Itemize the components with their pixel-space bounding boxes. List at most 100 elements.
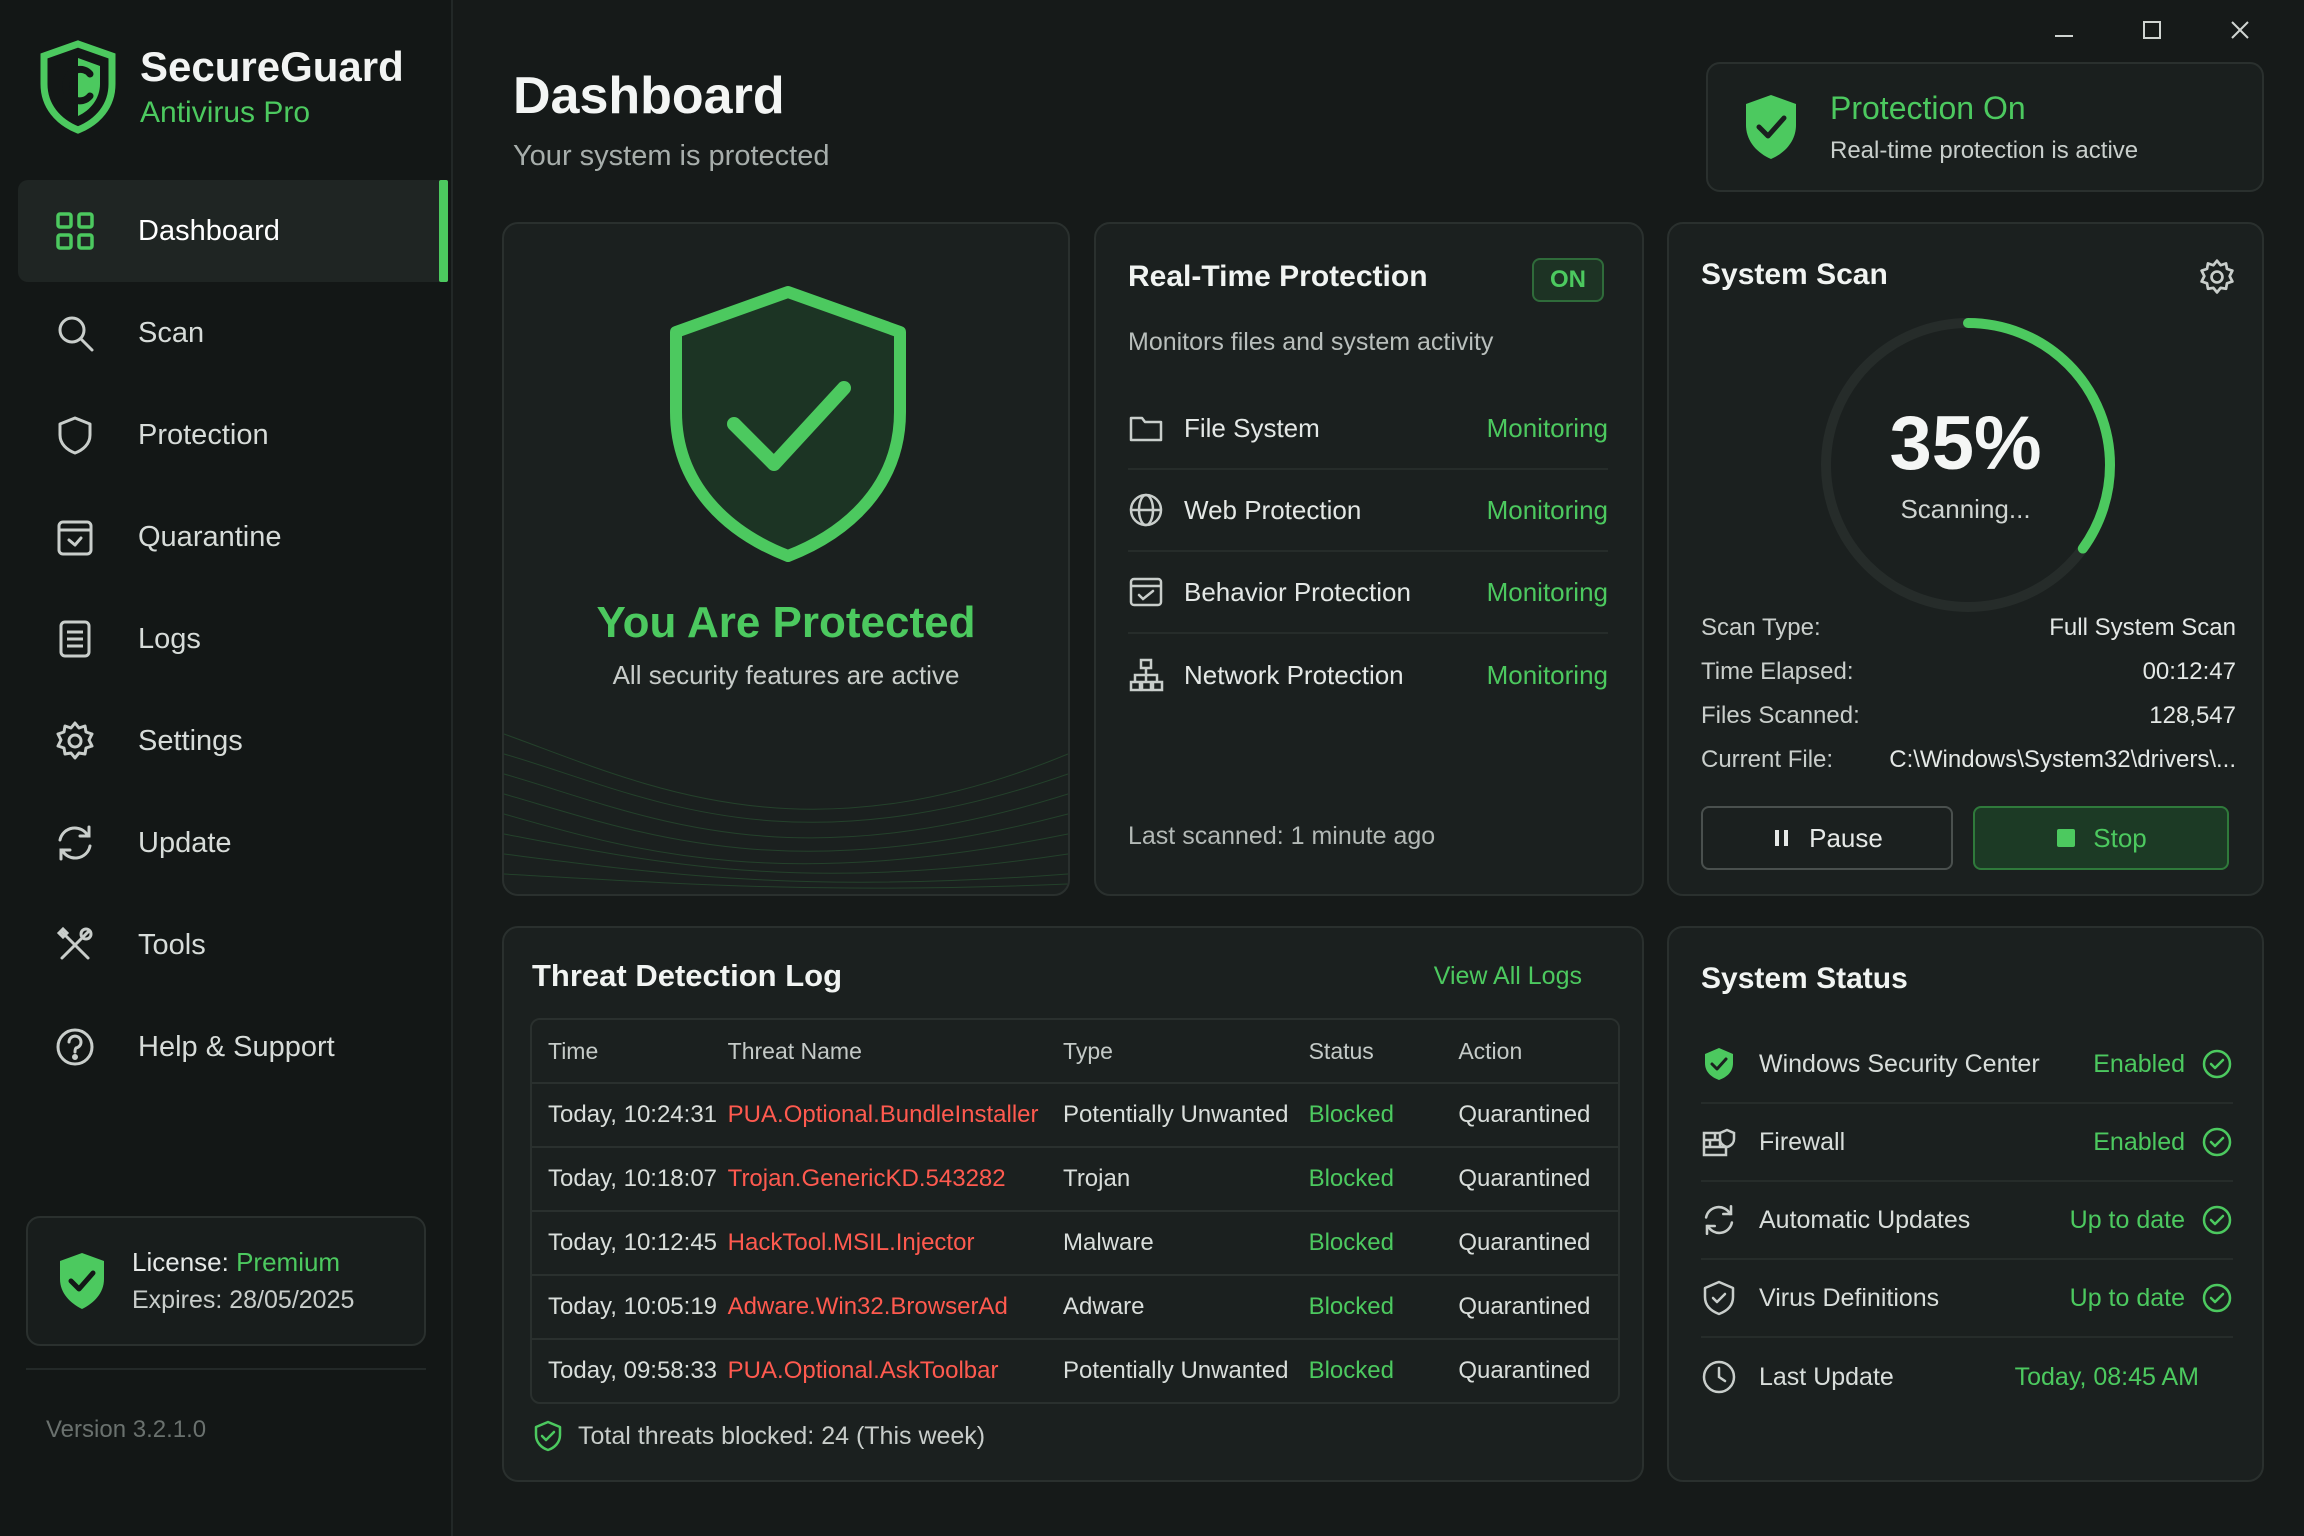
sidebar-item-quarantine[interactable]: Quarantine: [18, 486, 448, 588]
threat-type: Trojan: [1063, 1165, 1131, 1192]
sidebar-item-label: Help & Support: [138, 1030, 335, 1063]
large-shield-check-icon: [670, 286, 906, 562]
license-expires: Expires: 28/05/2025: [132, 1286, 355, 1314]
close-button[interactable]: [2196, 12, 2284, 48]
shield-check-outline-icon: [1703, 1280, 1735, 1316]
status-item-automatic-updates[interactable]: Automatic Updates Up to date: [1701, 1182, 2233, 1260]
table-row[interactable]: Today, 10:05:19 Adware.Win32.BrowserAd A…: [532, 1274, 1618, 1338]
realtime-item-behavior-protection[interactable]: Behavior Protection Monitoring: [1128, 552, 1608, 634]
sidebar-item-dashboard[interactable]: Dashboard: [18, 180, 448, 282]
status-item-firewall[interactable]: Firewall Enabled: [1701, 1104, 2233, 1182]
stop-button[interactable]: Stop: [1973, 806, 2229, 870]
sidebar-nav: Dashboard Scan Protection Quarantine Log…: [18, 180, 448, 1098]
check-circle-icon: [2202, 1049, 2232, 1079]
threat-status: Blocked: [1308, 1101, 1394, 1128]
pause-button[interactable]: Pause: [1701, 806, 1953, 870]
realtime-item-file-system[interactable]: File System Monitoring: [1128, 388, 1608, 470]
shield-icon: [58, 416, 92, 455]
threat-type: Potentially Unwanted: [1063, 1357, 1289, 1384]
check-circle-icon: [2202, 1127, 2232, 1157]
table-row[interactable]: Today, 09:58:33 PUA.Optional.AskToolbar …: [532, 1338, 1618, 1402]
license-panel: License: Premium Expires: 28/05/2025: [26, 1216, 426, 1346]
realtime-item-web-protection[interactable]: Web Protection Monitoring: [1128, 470, 1608, 552]
scan-detail-key: Current File:: [1701, 746, 1834, 773]
realtime-item-status: Monitoring: [1486, 412, 1608, 443]
threat-name: PUA.Optional.AskToolbar: [727, 1357, 999, 1384]
realtime-item-name: Network Protection: [1184, 659, 1404, 690]
status-item-last-update[interactable]: Last Update Today, 08:45 AM: [1701, 1338, 2233, 1416]
scan-detail-key: Files Scanned:: [1701, 702, 1860, 729]
check-circle-icon: [2202, 1205, 2232, 1235]
column-header[interactable]: Threat Name: [728, 1038, 1063, 1065]
minimize-button[interactable]: [2020, 12, 2108, 48]
status-item-name: Virus Definitions: [1759, 1283, 1940, 1312]
sidebar-item-protection[interactable]: Protection: [18, 384, 448, 486]
threat-type: Potentially Unwanted: [1063, 1101, 1289, 1128]
brand: SecureGuard Antivirus Pro: [38, 40, 404, 134]
column-header[interactable]: Type: [1063, 1038, 1309, 1065]
license-text: License: Premium: [132, 1247, 354, 1278]
system-status-list: Windows Security Center Enabled Firewall…: [1701, 1026, 2233, 1416]
sidebar: SecureGuard Antivirus Pro Dashboard Scan…: [0, 0, 453, 1536]
table-row[interactable]: Today, 10:18:07 Trojan.GenericKD.543282 …: [532, 1146, 1618, 1210]
shield-check-outline-icon: [534, 1420, 562, 1452]
table-row[interactable]: Today, 10:12:45 HackTool.MSIL.Injector M…: [532, 1210, 1618, 1274]
scan-detail-key: Scan Type:: [1701, 614, 1821, 641]
license-label: License:: [132, 1247, 229, 1277]
threat-time: Today, 10:12:45: [548, 1229, 718, 1256]
status-item-value: Today, 08:45 AM: [2014, 1362, 2199, 1391]
column-header[interactable]: Status: [1309, 1038, 1459, 1065]
close-icon: [2231, 21, 2249, 39]
sidebar-item-update[interactable]: Update: [18, 792, 448, 894]
threat-type: Adware: [1063, 1293, 1145, 1320]
realtime-protection-card: Real-Time Protection ON Monitors files a…: [1094, 222, 1644, 896]
stop-icon: [2057, 829, 2076, 847]
sidebar-item-label: Tools: [138, 928, 206, 961]
threat-name: HackTool.MSIL.Injector: [727, 1229, 975, 1256]
document-icon: [59, 620, 91, 658]
realtime-title: Real-Time Protection: [1128, 260, 1428, 293]
system-status-title: System Status: [1701, 962, 1908, 995]
sidebar-item-logs[interactable]: Logs: [18, 588, 448, 690]
protection-status-pill: Protection On Real-time protection is ac…: [1706, 62, 2264, 192]
sidebar-item-scan[interactable]: Scan: [18, 282, 448, 384]
realtime-on-badge[interactable]: ON: [1532, 258, 1604, 302]
column-header[interactable]: Action: [1458, 1038, 1618, 1065]
table-header: Time Threat Name Type Status Action: [532, 1020, 1618, 1082]
scan-settings-gear-icon[interactable]: [2198, 258, 2236, 296]
realtime-item-name: Behavior Protection: [1184, 576, 1411, 607]
status-item-name: Windows Security Center: [1759, 1049, 2040, 1078]
window-controls: [2020, 12, 2284, 48]
realtime-item-name: Web Protection: [1184, 494, 1362, 525]
firewall-icon: [1702, 1128, 1736, 1157]
view-all-logs-link[interactable]: View All Logs: [1434, 962, 1582, 991]
column-header[interactable]: Time: [532, 1038, 728, 1065]
status-item-value: Enabled: [2093, 1049, 2185, 1078]
stop-label: Stop: [2093, 822, 2147, 853]
realtime-item-network-protection[interactable]: Network Protection Monitoring: [1128, 634, 1608, 716]
protected-title: You Are Protected: [596, 598, 976, 647]
threat-status: Blocked: [1308, 1165, 1394, 1192]
sidebar-item-help[interactable]: Help & Support: [18, 996, 448, 1098]
version-label: Version 3.2.1.0: [46, 1416, 207, 1443]
shield-check-icon: [1705, 1048, 1733, 1080]
pause-label: Pause: [1809, 822, 1883, 853]
sidebar-item-label: Dashboard: [138, 214, 280, 247]
minimize-icon: [2055, 35, 2073, 37]
table-row[interactable]: Today, 10:24:31 PUA.Optional.BundleInsta…: [532, 1082, 1618, 1146]
license-tier: Premium: [236, 1247, 341, 1277]
status-item-virus-definitions[interactable]: Virus Definitions Up to date: [1701, 1260, 2233, 1338]
scan-detail-value: C:\Windows\System32\drivers\...: [1889, 746, 2236, 773]
sidebar-divider: [26, 1368, 426, 1370]
scan-detail-value: Full System Scan: [2049, 614, 2236, 641]
realtime-item-status: Monitoring: [1486, 494, 1608, 525]
sidebar-item-settings[interactable]: Settings: [18, 690, 448, 792]
brand-subtitle: Antivirus Pro: [140, 96, 311, 130]
status-item-name: Automatic Updates: [1759, 1205, 1971, 1234]
status-item-windows-security-center[interactable]: Windows Security Center Enabled: [1701, 1026, 2233, 1104]
help-icon: [56, 1028, 94, 1066]
scan-actions: Pause Stop: [1701, 806, 2229, 870]
maximize-button[interactable]: [2108, 12, 2196, 48]
sidebar-item-tools[interactable]: Tools: [18, 894, 448, 996]
status-item-name: Last Update: [1759, 1362, 1894, 1391]
